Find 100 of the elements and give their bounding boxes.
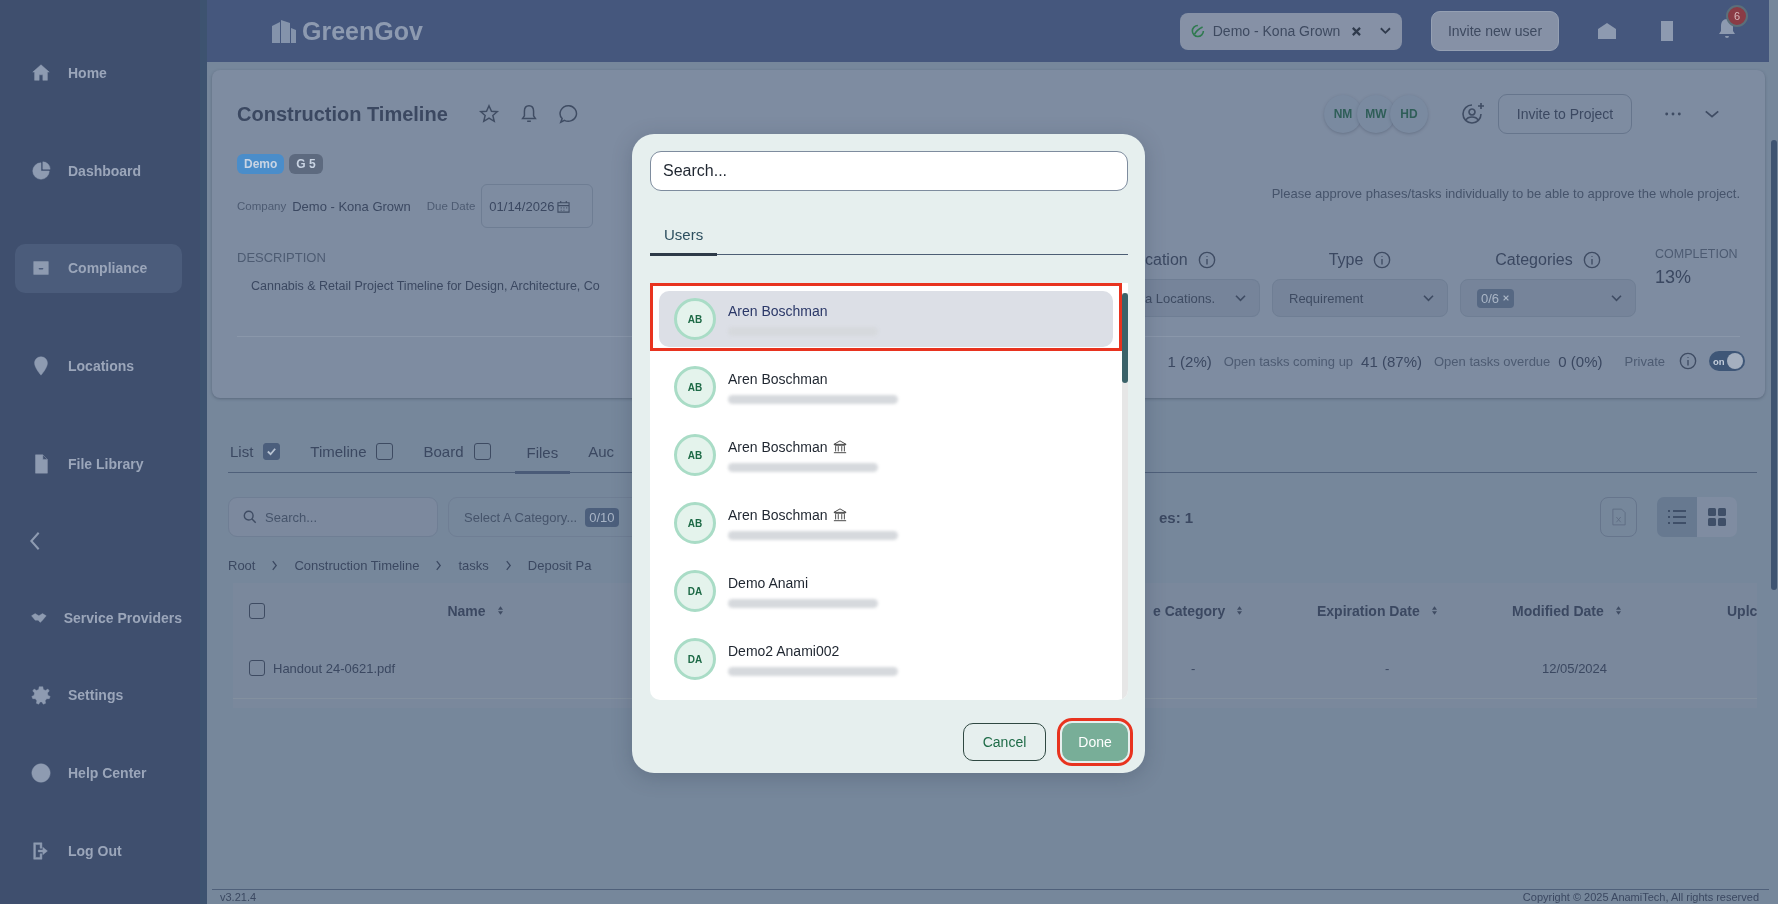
checkbox[interactable]: [376, 442, 394, 460]
view-tab[interactable]: Timeline: [308, 430, 396, 472]
private-toggle[interactable]: on: [1709, 351, 1745, 371]
nav-icon: [30, 762, 52, 785]
sort-icon[interactable]: [1237, 606, 1243, 615]
company-select[interactable]: Demo - Kona Grown: [1180, 12, 1402, 50]
more-icon[interactable]: [1664, 111, 1682, 117]
search-field[interactable]: Search...: [650, 151, 1128, 191]
member-avatar[interactable]: NM: [1324, 95, 1362, 133]
user-name: Demo2 Anami002: [728, 642, 840, 659]
caret-icon: [1379, 26, 1392, 36]
view-toggle-button[interactable]: [1657, 497, 1697, 537]
view-tab[interactable]: Files: [514, 430, 571, 474]
column-header[interactable]: Uplc: [1727, 602, 1758, 619]
sidebar-item[interactable]: Help Center: [15, 748, 182, 799]
sidebar-item[interactable]: Settings: [15, 670, 182, 721]
project-title: Construction Timeline: [237, 102, 448, 126]
user-avatar: DA: [674, 638, 716, 680]
file-name[interactable]: Handout 24-0621.pdf: [273, 660, 396, 676]
user-list-item[interactable]: AB Aren Boschman: [659, 291, 1113, 347]
leaf-icon: [1190, 23, 1206, 39]
view-tab[interactable]: Auc: [586, 430, 617, 472]
list-icon: [1667, 509, 1687, 525]
nav-icon: [30, 61, 52, 84]
clear-icon[interactable]: [1351, 25, 1363, 37]
sort-icon[interactable]: [1431, 606, 1437, 615]
info-icon[interactable]: [1679, 352, 1697, 370]
sidebar-item[interactable]: Compliance: [15, 243, 182, 294]
info-icon[interactable]: [1197, 251, 1216, 269]
filter-label: Categories: [1495, 251, 1573, 269]
view-tab[interactable]: List: [228, 430, 283, 472]
tab[interactable]: Users: [650, 226, 718, 256]
user-name: Aren Boschman: [728, 370, 828, 387]
checkbox[interactable]: [263, 442, 281, 460]
tag: Demo: [237, 154, 285, 174]
filter-label: cation: [1145, 251, 1188, 269]
filter-select[interactable]: Requirement: [1272, 279, 1448, 317]
checkbox[interactable]: [249, 660, 265, 676]
add-user-icon[interactable]: [1460, 101, 1486, 127]
user-name: Aren Boschman: [728, 506, 828, 523]
user-name: Aren Boschman: [728, 438, 828, 455]
company-value: Demo - Kona Grown: [292, 198, 411, 214]
chevron-right-icon: [504, 559, 512, 571]
stat-value: 1 (2%): [1167, 352, 1212, 370]
date-field[interactable]: 01/14/2026: [481, 184, 594, 228]
cancel-button[interactable]: Cancel: [963, 723, 1046, 761]
invite-user-button[interactable]: Invite new user: [1431, 11, 1559, 51]
view-toggle-button[interactable]: [1697, 497, 1737, 537]
filter-label: Type: [1328, 251, 1364, 269]
scrollbar[interactable]: [200, 0, 207, 904]
scrollbar[interactable]: [1122, 293, 1128, 700]
file-count: es: 1: [1159, 508, 1194, 526]
filter-select[interactable]: 0/6: [1460, 279, 1636, 317]
view-tab[interactable]: Board: [421, 430, 493, 472]
checkbox[interactable]: [249, 602, 265, 619]
sidebar-item[interactable]: Log Out: [15, 826, 182, 876]
sort-icon[interactable]: [1615, 606, 1621, 615]
info-icon[interactable]: [1582, 251, 1601, 269]
stat-value: 0 (0%): [1558, 352, 1603, 370]
sort-icon[interactable]: [497, 606, 503, 615]
breadcrumb-link[interactable]: Root: [228, 557, 256, 573]
column-header[interactable]: Name: [447, 602, 486, 619]
user-list-item[interactable]: AB Aren Boschman: [659, 359, 1113, 415]
member-avatar[interactable]: HD: [1390, 95, 1428, 133]
table-cell: -: [1385, 660, 1390, 676]
invite-to-project-button[interactable]: Invite to Project: [1498, 94, 1632, 134]
user-avatar: DA: [674, 570, 716, 612]
sidebar-item[interactable]: Service Providers: [15, 592, 182, 643]
user-avatar: AB: [674, 502, 716, 544]
column-header[interactable]: Modified Date: [1512, 602, 1604, 619]
chevron-right-icon: [435, 559, 443, 571]
caret-icon: [1234, 293, 1247, 303]
completion-value: 13%: [1655, 267, 1693, 288]
member-avatar[interactable]: MW: [1357, 95, 1395, 133]
sidebar-item[interactable]: File Library: [15, 439, 182, 489]
checkbox[interactable]: [473, 442, 491, 460]
count-chip: 0/6: [1477, 288, 1515, 308]
user-avatar: AB: [674, 366, 716, 408]
chevron-right-icon: [271, 559, 279, 571]
logo-text: GreenGov: [302, 16, 423, 46]
tag: G 5: [289, 154, 323, 174]
info-icon[interactable]: [1373, 251, 1392, 269]
user-list-item[interactable]: DA Demo Anami: [659, 563, 1113, 619]
column-header[interactable]: Expiration Date: [1317, 602, 1420, 619]
user-list-item[interactable]: DA Demo2 Anami002: [659, 631, 1113, 687]
chevron-down-icon[interactable]: [1704, 109, 1720, 119]
user-name: Aren Boschman: [728, 302, 828, 319]
breadcrumb-link[interactable]: Construction Timeline: [294, 557, 420, 573]
column-header[interactable]: e Category: [1153, 602, 1226, 619]
grid-icon: [1707, 507, 1727, 527]
sidebar-item[interactable]: Dashboard: [15, 145, 182, 196]
star-icon[interactable]: [477, 103, 500, 125]
sidebar-item[interactable]: Locations: [15, 341, 182, 392]
sidebar-item[interactable]: Home: [15, 48, 182, 98]
spreadsheet-file-icon: [1611, 508, 1626, 526]
breadcrumb-link[interactable]: tasks: [458, 557, 489, 573]
remove-icon[interactable]: [1502, 294, 1511, 302]
user-list-item[interactable]: AB Aren Boschman: [659, 427, 1113, 483]
breadcrumb-link[interactable]: Deposit Pa: [527, 557, 592, 573]
comment-icon[interactable]: [557, 103, 580, 125]
